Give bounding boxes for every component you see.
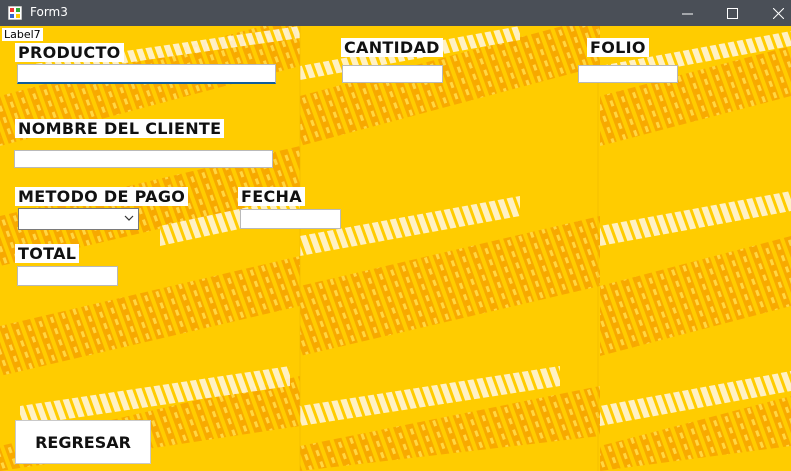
window-title: Form3	[30, 5, 68, 19]
total-label: TOTAL	[15, 244, 80, 263]
folio-label: FOLIO	[587, 38, 649, 57]
close-icon	[772, 7, 784, 19]
maximize-icon	[726, 7, 738, 19]
minimize-icon	[681, 13, 693, 14]
maximize-button[interactable]	[710, 0, 754, 26]
producto-input[interactable]	[17, 64, 276, 84]
minimize-button[interactable]	[665, 0, 709, 26]
regresar-button[interactable]: REGRESAR	[15, 420, 151, 464]
folio-input[interactable]	[578, 65, 678, 83]
cantidad-label: CANTIDAD	[341, 38, 443, 57]
metodo-select[interactable]	[18, 208, 139, 230]
cliente-input[interactable]	[14, 150, 273, 168]
title-bar: Form3	[0, 0, 791, 26]
metodo-label: METODO DE PAGO	[15, 187, 189, 206]
tire-track-background	[0, 26, 791, 471]
cliente-label: NOMBRE DEL CLIENTE	[15, 119, 225, 138]
cantidad-input[interactable]	[342, 65, 443, 83]
label7: Label7	[2, 28, 43, 41]
close-button[interactable]	[756, 0, 791, 26]
fecha-label: FECHA	[238, 187, 305, 206]
chevron-down-icon	[124, 215, 134, 221]
producto-label: PRODUCTO	[15, 43, 124, 62]
fecha-input[interactable]	[240, 209, 341, 229]
winforms-app-icon	[8, 6, 22, 20]
form-client-area: Label7 PRODUCTO CANTIDAD FOLIO NOMBRE DE…	[0, 26, 791, 471]
total-input[interactable]	[17, 266, 118, 286]
